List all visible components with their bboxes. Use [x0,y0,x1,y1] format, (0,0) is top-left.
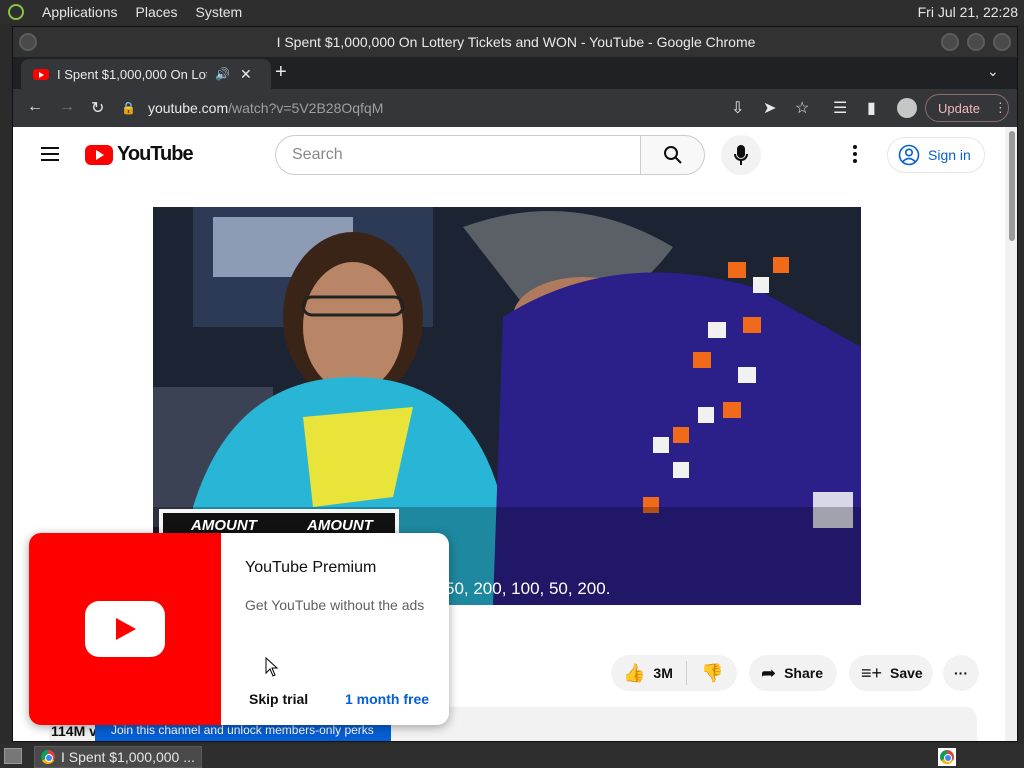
voice-search-button[interactable] [721,135,761,175]
sign-in-label: Sign in [928,147,971,163]
update-label: Update [938,100,980,116]
close-button[interactable] [993,33,1011,51]
forward-arrow-icon[interactable]: → [59,98,75,116]
install-app-icon[interactable]: ⇩ [731,98,744,118]
media-queue-icon[interactable]: ☰ [833,98,847,118]
one-month-free-button[interactable]: 1 month free [345,691,429,707]
video-caption: 50, 200, 100, 50, 200. [445,579,611,598]
menu-applications[interactable]: Applications [42,4,118,20]
share-label: Share [784,665,824,681]
chrome-menu-icon[interactable]: ⋮ [994,100,1007,116]
view-count: 114M v [51,723,97,739]
clock[interactable]: Fri Jul 21, 22:28 [918,4,1018,20]
youtube-play-logo-icon [85,144,113,165]
more-actions-button[interactable]: ··· [943,655,979,691]
premium-art [29,533,221,725]
skip-trial-button[interactable]: Skip trial [249,691,308,707]
like-count: 3M [653,665,673,681]
tab-strip: I Spent $1,000,000 On Lot 🔊 ✕ + ⌄ [13,57,1017,89]
show-desktop-icon[interactable] [4,748,22,764]
tab-search-chevron-icon[interactable]: ⌄ [987,63,999,80]
tray-chrome-icon[interactable] [938,748,956,766]
search-icon [663,146,682,164]
side-panel-icon[interactable]: ▮ [867,98,876,118]
scrollbar-thumb[interactable] [1009,131,1015,241]
taskbar: I Spent $1,000,000 ... [0,744,1024,768]
url-path: /watch?v=5V2B28OqfqM [228,100,384,116]
url-host: youtube.com [147,100,229,116]
menu-system[interactable]: System [196,4,243,20]
sign-text-right: AMOUNT [307,517,373,534]
tab-youtube-video[interactable]: I Spent $1,000,000 On Lot 🔊 ✕ [21,59,271,89]
search-input[interactable]: Search [275,135,641,175]
account-circle-icon [898,144,920,166]
update-button[interactable]: Update ⋮ [925,94,1009,122]
playlist-add-icon: ≡+ [861,662,883,683]
sign-text-left: AMOUNT [191,517,257,534]
like-button[interactable]: 👍 3M [611,661,687,685]
share-page-icon[interactable]: ➤ [763,98,776,118]
os-logo-icon[interactable] [8,4,24,20]
settings-kebab-icon[interactable] [853,145,857,166]
save-button[interactable]: ≡+ Save [849,655,933,691]
youtube-favicon-icon [33,68,49,80]
address-bar[interactable]: 🔒 youtube.com /watch?v=5V2B28OqfqM [121,93,821,123]
maximize-button[interactable] [967,33,985,51]
reload-icon[interactable]: ↻ [91,98,104,118]
premium-title: YouTube Premium [245,559,377,576]
save-label: Save [890,665,923,681]
chrome-icon [41,750,55,764]
menu-places[interactable]: Places [136,4,178,20]
youtube-logo[interactable]: YouTube [85,143,194,166]
thumbs-down-icon: 👎 [701,662,724,683]
sign-in-button[interactable]: Sign in [887,137,985,173]
youtube-play-icon [85,601,165,657]
browser-toolbar: ← → ↻ 🔒 youtube.com /watch?v=5V2B28OqfqM… [13,89,1017,127]
taskbar-chrome-window[interactable]: I Spent $1,000,000 ... [34,746,202,768]
minimize-button[interactable] [941,33,959,51]
browser-window: I Spent $1,000,000 On Lottery Tickets an… [12,26,1018,742]
youtube-premium-popup: YouTube Premium Get YouTube without the … [29,533,449,725]
hamburger-menu-icon[interactable] [41,147,59,161]
share-arrow-icon: ➦ [761,662,777,683]
page-content: YouTube Search Sign in AMOUNT AMOUNT 50,… [13,127,1005,741]
new-tab-button[interactable]: + [275,61,287,84]
profile-avatar-icon[interactable] [897,98,917,118]
youtube-header: YouTube Search Sign in [13,127,1005,183]
window-menu-button[interactable] [19,33,37,51]
share-button[interactable]: ➦ Share [749,655,837,691]
premium-subtitle: Get YouTube without the ads [245,597,425,613]
taskbar-item-label: I Spent $1,000,000 ... [61,749,195,765]
like-dislike-group: 👍 3M 👎 [611,655,737,691]
top-panel: Applications Places System Fri Jul 21, 2… [0,0,1024,24]
microphone-icon [734,145,748,165]
mouse-cursor-icon [265,657,279,677]
tab-label: I Spent $1,000,000 On Lot [57,66,207,82]
window-titlebar[interactable]: I Spent $1,000,000 On Lottery Tickets an… [13,27,1017,57]
dislike-button[interactable]: 👎 [687,663,723,684]
tab-close-icon[interactable]: ✕ [240,66,252,83]
search-button[interactable] [641,135,705,175]
lock-icon[interactable]: 🔒 [121,101,136,115]
more-horizontal-icon: ··· [954,665,968,681]
bookmark-star-icon[interactable]: ☆ [795,98,809,118]
window-title: I Spent $1,000,000 On Lottery Tickets an… [276,34,756,50]
youtube-wordmark: YouTube [117,143,194,165]
thumbs-up-icon: 👍 [623,662,646,683]
back-arrow-icon[interactable]: ← [27,98,43,116]
speaker-icon[interactable]: 🔊 [215,67,230,81]
